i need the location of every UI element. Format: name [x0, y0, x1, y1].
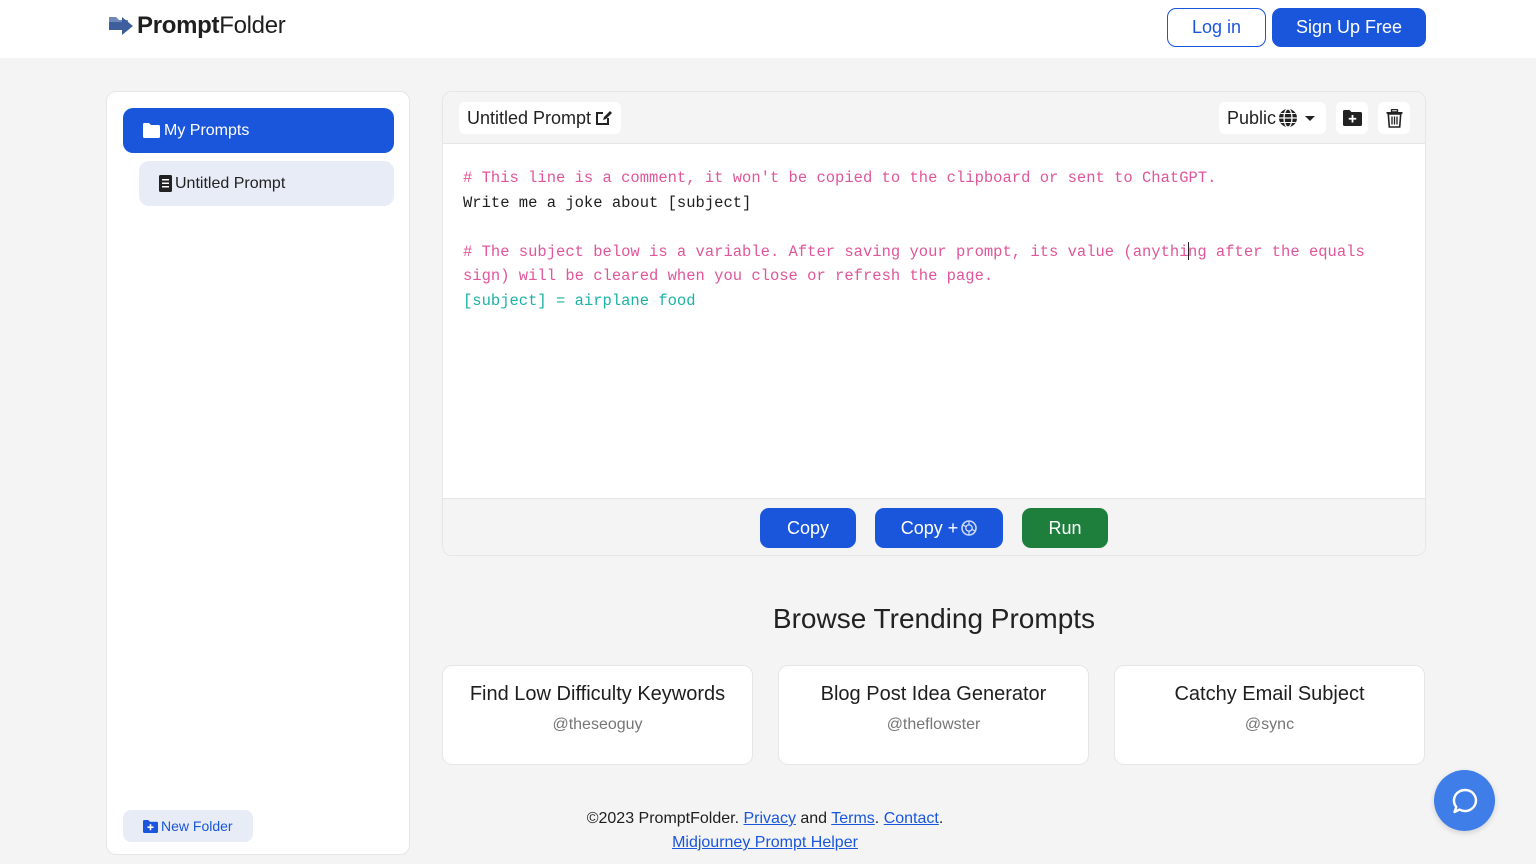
top-navbar: PromptFolder Log in Sign Up Free — [0, 0, 1536, 58]
terms-link[interactable]: Terms — [831, 810, 875, 827]
visibility-dropdown[interactable]: Public — [1219, 102, 1327, 134]
footer-helper-line: Midjourney Prompt Helper — [442, 831, 1088, 855]
add-to-folder-button[interactable] — [1336, 102, 1368, 134]
footer-text: . — [938, 810, 944, 827]
login-button[interactable]: Log in — [1167, 8, 1266, 47]
new-folder-button[interactable]: New Folder — [123, 810, 253, 842]
code-prompt-line: Write me a joke about [subject] — [463, 193, 752, 212]
delete-button[interactable] — [1378, 102, 1410, 134]
prompt-title-field[interactable]: Untitled Prompt — [459, 102, 622, 134]
trending-card-title: Blog Post Idea Generator — [820, 683, 1047, 705]
copy-button[interactable]: Copy — [760, 508, 856, 548]
trending-card-author: @theseoguy — [552, 716, 643, 733]
trash-icon — [1386, 108, 1402, 128]
folder-icon — [143, 123, 160, 138]
code-comment-line: # The subject below is a variable. After… — [463, 240, 1413, 289]
code-comment-line: # This line is a comment, it won't be co… — [463, 169, 1217, 187]
trending-card[interactable]: Catchy Email Subject @sync — [1114, 665, 1425, 765]
trending-heading: Browse Trending Prompts — [772, 603, 1096, 634]
brand-name: PromptFolder — [137, 12, 286, 39]
sidebar-folder-label: My Prompts — [164, 121, 250, 139]
copyright-text: ©2023 PromptFolder. — [586, 810, 744, 827]
globe-icon — [1279, 108, 1298, 128]
midjourney-helper-link[interactable]: Midjourney Prompt Helper — [672, 834, 858, 851]
code-variable-line: [subject] = airplane food — [463, 291, 696, 310]
prompt-text-area[interactable]: # This line is a comment, it won't be co… — [463, 166, 1413, 313]
editor-toolbar: Untitled Prompt Public — [443, 92, 1425, 144]
pen-to-square-icon[interactable] — [594, 109, 613, 127]
sidebar: My Prompts Untitled Prompt New Folder — [106, 91, 410, 855]
trending-card[interactable]: Find Low Difficulty Keywords @theseoguy — [442, 665, 753, 765]
openai-icon — [961, 520, 978, 536]
folder-plus-icon — [143, 819, 158, 833]
sidebar-folder-my-prompts[interactable]: My Prompts — [123, 108, 394, 153]
help-chat-button[interactable] — [1434, 770, 1495, 831]
trending-card-author: @theflowster — [886, 716, 981, 733]
new-folder-label: New Folder — [161, 818, 233, 834]
folder-arrow-icon — [109, 17, 133, 35]
chat-bubble-icon — [1452, 788, 1477, 813]
signup-button[interactable]: Sign Up Free — [1272, 8, 1426, 47]
trending-card-author: @sync — [1244, 716, 1295, 733]
run-button[interactable]: Run — [1022, 508, 1108, 548]
file-icon — [159, 175, 172, 192]
footer-legal-line: ©2023 PromptFolder. Privacy and Terms. C… — [442, 807, 1088, 831]
visibility-label: Public — [1227, 107, 1277, 128]
prompt-title: Untitled Prompt — [467, 107, 592, 128]
trending-card-title: Catchy Email Subject — [1174, 683, 1365, 705]
prompt-editor: Untitled Prompt Public # This line is a … — [442, 91, 1426, 556]
caret-down-icon — [1305, 116, 1316, 121]
editor-actions: Copy Copy + Run — [443, 498, 1425, 555]
contact-link[interactable]: Contact — [884, 810, 939, 827]
folder-plus-icon — [1342, 110, 1362, 126]
copy-to-chatgpt-button[interactable]: Copy + — [875, 508, 1003, 548]
sidebar-item-label: Untitled Prompt — [175, 174, 286, 192]
trending-card-title: Find Low Difficulty Keywords — [469, 683, 726, 705]
privacy-link[interactable]: Privacy — [743, 810, 795, 827]
copy-plus-label: Copy + — [900, 517, 959, 538]
sidebar-item-untitled-prompt[interactable]: Untitled Prompt — [139, 161, 394, 206]
brand-logo[interactable]: PromptFolder — [108, 12, 286, 40]
footer-text: and — [795, 810, 832, 827]
trending-card[interactable]: Blog Post Idea Generator @theflowster — [778, 665, 1089, 765]
footer-text: . — [874, 810, 884, 827]
page-footer: ©2023 PromptFolder. Privacy and Terms. C… — [442, 807, 1088, 855]
code-comment-segment: # The subject below is a variable. After… — [463, 242, 1189, 261]
